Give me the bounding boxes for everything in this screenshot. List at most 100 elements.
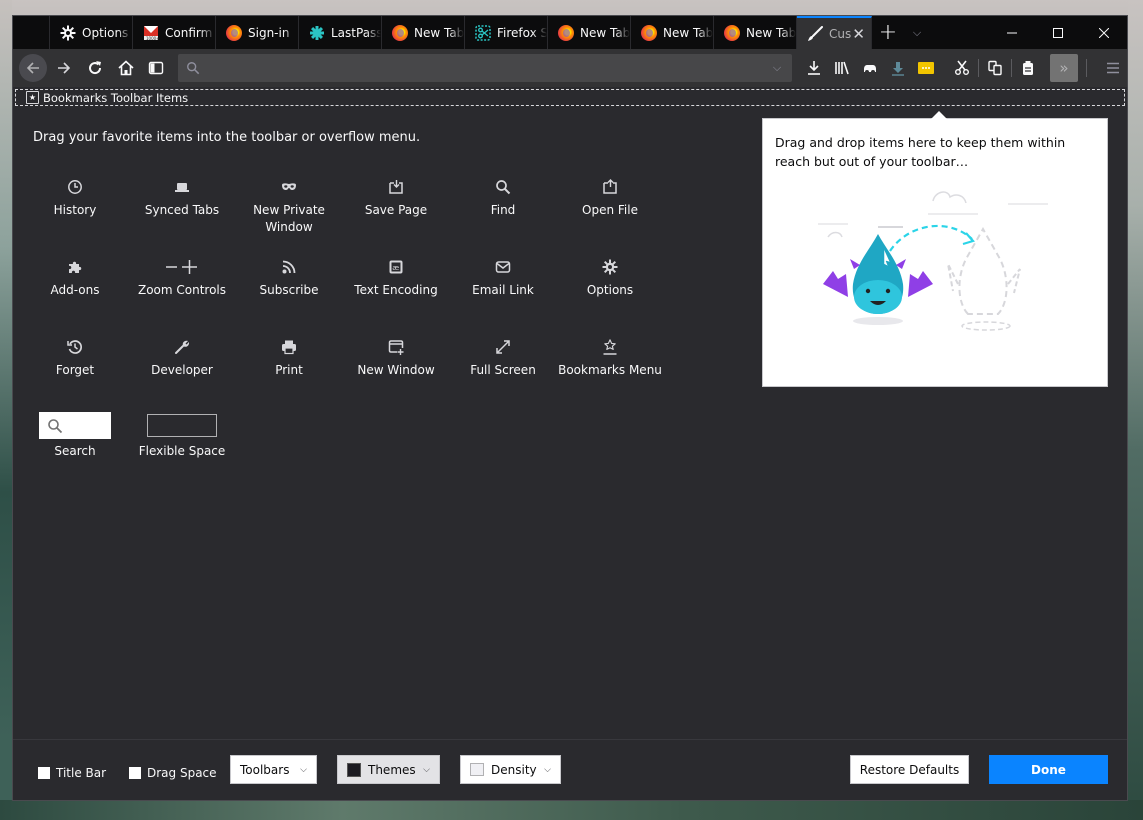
downloads-button[interactable] [800, 54, 828, 82]
download-icon [808, 61, 820, 75]
palette-item-text-encoding[interactable]: æ Text Encoding [342, 256, 450, 299]
palette-item-label: New Private Window [253, 203, 325, 234]
palette-item-label: Flexible Space [138, 444, 226, 458]
drag-space-checkbox[interactable]: Drag Space [129, 766, 217, 780]
restore-defaults-button[interactable]: Restore Defaults [850, 755, 969, 784]
url-dropdown-icon[interactable]: ⌵ [762, 61, 792, 75]
overflow-panel[interactable]: Drag and drop items here to keep them wi… [762, 111, 1108, 387]
palette-item-synced-tabs[interactable]: Synced Tabs [128, 176, 236, 219]
tab-label: New Tab [746, 25, 796, 40]
minimize-button[interactable] [989, 16, 1035, 49]
firefox-icon [724, 24, 740, 41]
palette-item-add-ons[interactable]: Add-ons [21, 256, 129, 299]
density-icon [470, 763, 484, 776]
gear-icon [556, 256, 664, 278]
paste-button[interactable] [1014, 54, 1042, 82]
copy-button[interactable] [981, 54, 1009, 82]
lastpass-icon [309, 25, 325, 41]
new-tab-button[interactable]: + [872, 16, 904, 49]
flexible-space-widget [147, 414, 217, 437]
palette-item-new-private-window[interactable]: New Private Window [235, 176, 343, 236]
bookmarks-toolbar[interactable]: ★ Bookmarks Toolbar Items [15, 89, 1125, 106]
tab-lastpass[interactable]: LastPass [299, 16, 382, 49]
tab-options[interactable]: Options [50, 16, 133, 49]
tab-sign-in[interactable]: Sign-in [216, 16, 299, 49]
palette-item-forget[interactable]: Forget [21, 336, 129, 379]
palette-item-options[interactable]: Options [556, 256, 664, 299]
tab-strip: Options 1000+ Confirm Sign-in LastPass N… [13, 16, 1127, 49]
app-menu-button[interactable] [1099, 54, 1127, 82]
palette-item-search[interactable]: Search [21, 412, 129, 460]
puzzle-icon [21, 256, 129, 278]
palette-item-new-window[interactable]: New Window [342, 336, 450, 379]
palette-item-full-screen[interactable]: Full Screen [449, 336, 557, 379]
palette-item-label: Full Screen [470, 363, 536, 377]
tab-new-tab[interactable]: New Tab [548, 16, 631, 49]
download-extension-button[interactable] [884, 54, 912, 82]
hamburger-menu-icon [1107, 62, 1119, 74]
reload-button[interactable] [80, 53, 110, 83]
palette-item-label: Developer [151, 363, 213, 377]
tab-firefox-screenshots[interactable]: Firefox Screenshots [465, 16, 548, 49]
palette-item-subscribe[interactable]: Subscribe [235, 256, 343, 299]
url-input[interactable] [208, 60, 762, 76]
lastpass-extension-button[interactable] [912, 54, 940, 82]
tab-new-tab[interactable]: New Tab [631, 16, 714, 49]
palette-item-zoom-controls[interactable]: Zoom Controls [128, 256, 236, 299]
palette-item-print[interactable]: Print [235, 336, 343, 379]
toolbars-dropdown[interactable]: Toolbars ⌵ [230, 755, 317, 784]
themes-dropdown[interactable]: Themes ⌵ [337, 755, 440, 784]
palette-item-open-file[interactable]: Open File [556, 176, 664, 219]
close-tab-icon[interactable]: ✕ [852, 25, 865, 43]
tab-label: Confirm [165, 25, 213, 40]
overflow-menu-button[interactable]: » [1050, 54, 1078, 82]
list-all-tabs-button[interactable]: ⌵ [904, 16, 930, 49]
toolbar-icons: » [800, 54, 1127, 82]
palette-item-developer[interactable]: Developer [128, 336, 236, 379]
palette-item-save-page[interactable]: Save Page [342, 176, 450, 219]
forward-arrow-icon [58, 62, 71, 74]
sidebar-button[interactable] [141, 53, 171, 83]
tab-new-tab[interactable]: New Tab [382, 16, 465, 49]
palette-item-bookmarks-menu[interactable]: Bookmarks Menu [556, 336, 664, 379]
find-magnifier-icon [449, 176, 557, 198]
density-label: Density [491, 762, 537, 777]
cut-button[interactable] [948, 54, 976, 82]
tab-confirm[interactable]: 1000+ Confirm [133, 16, 216, 49]
desktop-background [0, 800, 1143, 820]
sidebar-icon [149, 61, 164, 75]
palette-item-label: Find [490, 203, 516, 217]
bookmarks-toolbar-label: Bookmarks Toolbar Items [43, 90, 189, 105]
tab-label: LastPass [331, 25, 381, 40]
library-button[interactable] [828, 54, 856, 82]
firefox-icon [226, 24, 242, 41]
gear-icon [60, 25, 76, 41]
close-window-button[interactable] [1081, 16, 1127, 49]
tab-customize[interactable]: Customize Firefox ✕ [797, 16, 872, 49]
home-icon [118, 60, 134, 76]
done-button[interactable]: Done [989, 755, 1108, 784]
svg-text:æ: æ [392, 264, 399, 272]
fullscreen-icon [449, 336, 557, 358]
palette-item-find[interactable]: Find [449, 176, 557, 219]
palette-item-flexible-space[interactable]: Flexible Space [128, 412, 236, 460]
clipboard-icon [1023, 61, 1033, 75]
url-bar[interactable]: ⌵ [178, 54, 792, 82]
forward-button[interactable] [50, 53, 80, 83]
synced-tabs-icon [128, 176, 236, 198]
separator [1011, 59, 1012, 77]
tab-label: Options [82, 25, 129, 40]
extension-button[interactable] [856, 54, 884, 82]
themes-label: Themes [368, 762, 416, 777]
palette-item-history[interactable]: History [21, 176, 129, 219]
home-button[interactable] [111, 53, 141, 83]
back-arrow-icon [26, 62, 39, 74]
overflow-panel-text: Drag and drop items here to keep them wi… [775, 135, 1066, 169]
maximize-button[interactable] [1035, 16, 1081, 49]
back-button[interactable] [19, 54, 47, 82]
tab-new-tab[interactable]: New Tab [714, 16, 797, 49]
palette-item-label: New Window [357, 363, 435, 377]
title-bar-checkbox[interactable]: Title Bar [38, 766, 106, 780]
palette-item-email-link[interactable]: Email Link [449, 256, 557, 299]
density-dropdown[interactable]: Density ⌵ [460, 755, 561, 784]
